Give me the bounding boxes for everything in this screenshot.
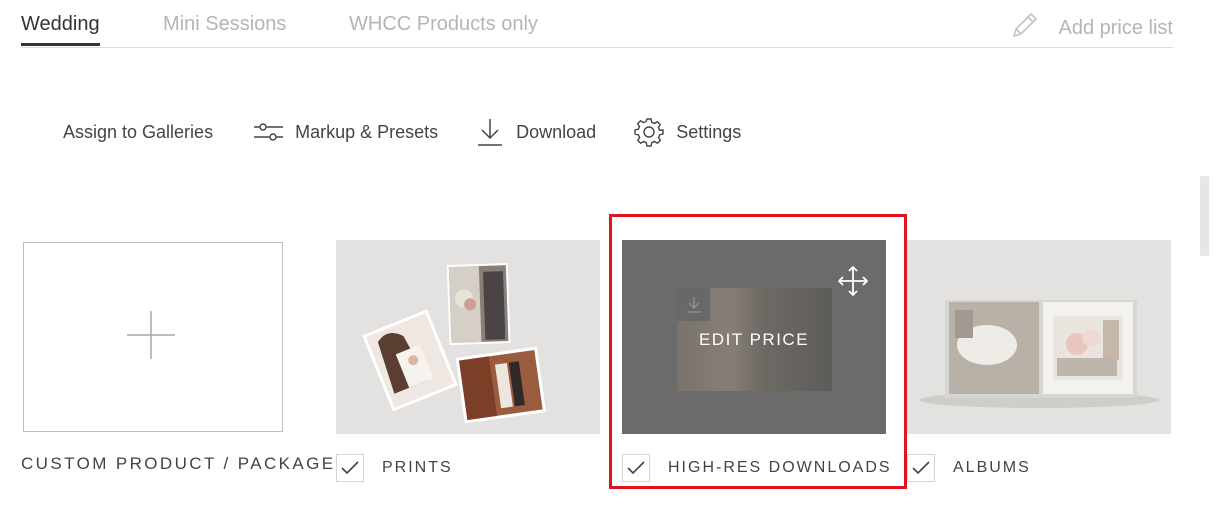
- edit-price-label: EDIT PRICE: [698, 330, 810, 349]
- high-res-downloads-label: HIGH-RES DOWNLOADS: [668, 459, 892, 476]
- markup-presets-button[interactable]: Markup & Presets: [253, 121, 438, 143]
- prints-photos-image: [362, 263, 547, 424]
- product-label-custom: CUSTOM PRODUCT / PACKAGE: [21, 454, 336, 474]
- add-price-list-button[interactable]: Add price list: [1009, 9, 1174, 47]
- toolbar: Assign to Galleries Markup & Presets Dow…: [63, 114, 741, 150]
- settings-button[interactable]: Settings: [634, 117, 741, 147]
- add-custom-product-button[interactable]: [23, 242, 283, 432]
- albums-thumbnail[interactable]: [907, 240, 1171, 434]
- plus-icon: [127, 311, 175, 359]
- price-list-tabs: Wedding Mini Sessions WHCC Products only…: [21, 0, 1173, 48]
- product-label-prints: PRINTS: [336, 454, 453, 482]
- scrollbar-thumb[interactable]: [1200, 176, 1209, 256]
- download-badge-icon: [677, 288, 710, 321]
- product-label-albums: ALBUMS: [907, 454, 1031, 482]
- assign-to-galleries-label: Assign to Galleries: [63, 121, 214, 142]
- download-icon: [478, 119, 503, 146]
- sliders-icon: [254, 123, 284, 141]
- checkmark-icon: [627, 461, 645, 475]
- gear-icon: [634, 118, 664, 147]
- markup-presets-label: Markup & Presets: [295, 121, 439, 142]
- settings-label: Settings: [676, 121, 742, 142]
- pencil-icon: [1009, 9, 1041, 47]
- checkmark-icon: [912, 461, 930, 475]
- tab-whcc-products-only[interactable]: WHCC Products only: [349, 13, 538, 36]
- album-book-image: [919, 300, 1159, 408]
- tab-mini-sessions[interactable]: Mini Sessions: [163, 13, 286, 36]
- edit-price-overlay-button[interactable]: EDIT PRICE: [622, 240, 886, 434]
- tab-wedding[interactable]: Wedding: [21, 13, 100, 46]
- move-icon[interactable]: [837, 265, 869, 297]
- albums-checkbox[interactable]: [907, 454, 935, 482]
- product-label-high-res-downloads: HIGH-RES DOWNLOADS: [622, 454, 892, 482]
- assign-to-galleries-button[interactable]: Assign to Galleries: [63, 122, 213, 143]
- add-price-list-label: Add price list: [1058, 16, 1174, 39]
- download-label: Download: [516, 121, 597, 142]
- prints-label: PRINTS: [382, 459, 453, 476]
- checkmark-icon: [341, 461, 359, 475]
- prints-checkbox[interactable]: [336, 454, 364, 482]
- albums-label: ALBUMS: [953, 459, 1031, 476]
- download-button[interactable]: Download: [476, 117, 596, 147]
- custom-product-label: CUSTOM PRODUCT / PACKAGE: [21, 454, 336, 473]
- prints-thumbnail[interactable]: [336, 240, 600, 434]
- high-res-downloads-checkbox[interactable]: [622, 454, 650, 482]
